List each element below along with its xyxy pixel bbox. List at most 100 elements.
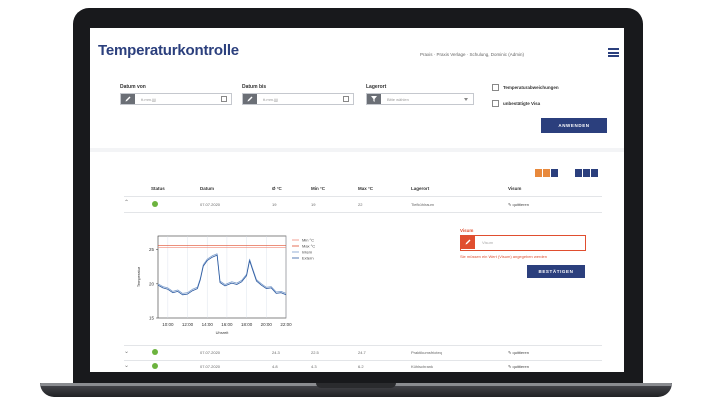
column-header-status[interactable]: Status [151, 186, 165, 191]
visa-checkbox[interactable] [492, 100, 499, 107]
pagination-prev[interactable] [575, 169, 582, 177]
temperature-chart: 10:00 12:00 14:00 16:00 18:00 20:00 22:00 15 20 2… [136, 235, 315, 335]
chart-x-tick-label: 20:00 [261, 322, 273, 327]
laptop-notch [316, 383, 396, 388]
visum-edit-button[interactable] [461, 236, 475, 249]
acknowledge-link-label: quittieren [512, 364, 529, 369]
calendar-icon[interactable] [221, 96, 227, 102]
row-storage: Kühlschrank [411, 364, 434, 369]
chevron-down-icon[interactable]: ⌄ [124, 362, 129, 369]
column-header-min[interactable]: Min °C [311, 186, 325, 191]
chart-plot-frame [157, 235, 287, 319]
chart-y-axis-title: Temperatur [136, 266, 141, 287]
row-max: 22 [358, 202, 363, 207]
chart-legend-label: Max °C [302, 244, 315, 249]
chart-x-tick-label: 12:00 [182, 322, 194, 327]
row-avg: 19 [272, 202, 277, 207]
status-ok-icon [152, 349, 158, 355]
row-min: 19 [311, 202, 316, 207]
row-storage: Praktikumsfrioteq [411, 350, 442, 355]
date-from-label: Datum von [120, 84, 146, 90]
deviations-checkbox-label[interactable]: Temperaturabweichungen [503, 85, 559, 90]
app-screen: Temperaturkontrolle Praxis · Praxis Verl… [90, 28, 624, 372]
pencil-icon [247, 96, 253, 102]
pencil-icon [125, 96, 131, 102]
user-breadcrumb[interactable]: Praxis · Praxis Verlage · Schulung, Domi… [420, 52, 524, 57]
page-size-option[interactable] [551, 169, 558, 177]
visum-placeholder: Visum [482, 240, 494, 245]
acknowledge-link[interactable]: ✎ quittieren [508, 364, 529, 369]
chart-y-tick-label: 25 [149, 247, 155, 252]
apply-button[interactable]: ANWENDEN [541, 118, 607, 133]
app-header: Temperaturkontrolle Praxis · Praxis Verl… [90, 28, 624, 80]
pagination-next[interactable] [591, 169, 598, 177]
page-size-option[interactable] [543, 169, 550, 177]
chart-x-axis-title: Uhrzeit [216, 330, 230, 335]
chart-x-tick-label: 10:00 [162, 322, 174, 327]
row-min: 4.3 [311, 364, 317, 369]
confirm-button[interactable]: BESTÄTIGEN [527, 265, 585, 278]
visa-checkbox-label[interactable]: unbestätigte Visa [503, 101, 540, 106]
pagination-page[interactable] [583, 169, 590, 177]
row-min: 22.5 [311, 350, 319, 355]
chart-x-tick-label: 18:00 [241, 322, 253, 327]
chart-y-tick-label: 15 [149, 316, 155, 321]
chart-x-tick-label: 22:00 [280, 322, 292, 327]
chevron-down-icon [464, 98, 468, 101]
page-title: Temperaturkontrolle [98, 42, 239, 59]
date-to-field[interactable]: tt.mm.jjjj [242, 93, 354, 105]
date-to-edit-button[interactable] [243, 94, 257, 104]
acknowledge-link[interactable]: ✎ quittieren [508, 350, 529, 355]
deviations-checkbox[interactable] [492, 84, 499, 91]
page-size-option[interactable] [535, 169, 542, 177]
visum-label: Visum [460, 228, 474, 233]
storage-filter-button[interactable] [367, 94, 381, 104]
date-from-edit-button[interactable] [121, 94, 135, 104]
chart-x-tick-label: 16:00 [221, 322, 233, 327]
storage-value: Bitte wählen [387, 97, 409, 102]
date-to-placeholder: tt.mm.jjjj [263, 97, 278, 102]
chart-x-tick-label: 14:00 [202, 322, 214, 327]
column-header-date[interactable]: Datum [200, 186, 214, 191]
row-date: 07.07.2020 [200, 364, 221, 369]
chevron-down-icon[interactable]: ⌄ [124, 348, 129, 355]
row-storage: Tiefkühlraum [411, 202, 434, 207]
status-ok-icon [152, 363, 158, 369]
row-date: 07.07.2020 [200, 202, 221, 207]
chart-legend-label: Extern [302, 256, 314, 261]
visum-error-message: Sie müssen ein Wert (Visum) angegeben we… [460, 254, 548, 259]
chart-y-tick-label: 20 [149, 281, 155, 286]
column-header-visum[interactable]: Visum [508, 186, 521, 191]
column-header-storage[interactable]: Lagerort [411, 186, 429, 191]
header-divider [124, 196, 602, 197]
chart-series-extern [157, 254, 287, 296]
chart-legend-label: Min °C [302, 238, 314, 243]
hamburger-icon[interactable] [608, 48, 619, 57]
pagination[interactable] [575, 169, 603, 177]
calendar-icon[interactable] [343, 96, 349, 102]
page-size-selector[interactable] [535, 169, 563, 177]
row-max: 24.7 [358, 350, 366, 355]
pencil-icon [465, 239, 471, 245]
acknowledge-link[interactable]: ✎ quittieren [508, 202, 529, 207]
chevron-up-icon[interactable]: ⌃ [124, 199, 129, 206]
date-to-label: Datum bis [242, 84, 267, 90]
filter-icon [371, 96, 377, 102]
storage-select[interactable]: Bitte wählen [366, 93, 474, 105]
storage-label: Lagerort [366, 84, 387, 90]
row-divider [124, 345, 602, 346]
filter-panel: Datum von tt.mm.jjjj Datum bis tt.mm.jjj… [90, 80, 624, 148]
row-divider [124, 212, 602, 213]
visum-input[interactable]: Visum [460, 235, 586, 251]
acknowledge-link-label: quittieren [512, 350, 529, 355]
row-avg: 24.3 [272, 350, 280, 355]
column-header-avg[interactable]: Ø °C [272, 186, 282, 191]
chart-series-intern [157, 253, 287, 294]
date-from-field[interactable]: tt.mm.jjjj [120, 93, 232, 105]
column-header-max[interactable]: Max °C [358, 186, 373, 191]
date-from-placeholder: tt.mm.jjjj [141, 97, 156, 102]
status-ok-icon [152, 201, 158, 207]
row-max: 6.2 [358, 364, 364, 369]
acknowledge-link-label: quittieren [512, 202, 529, 207]
row-date: 07.07.2020 [200, 350, 221, 355]
